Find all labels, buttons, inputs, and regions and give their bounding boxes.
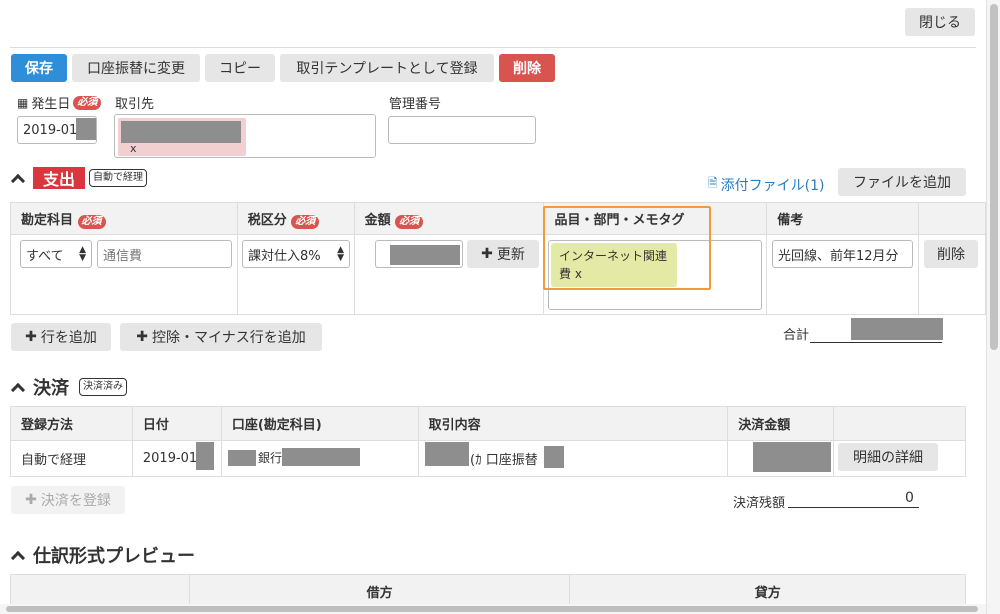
close-button[interactable]: 閉じる xyxy=(905,8,975,36)
scroll-thumb[interactable] xyxy=(6,606,978,612)
total-label: 合計 xyxy=(783,328,810,343)
update-button[interactable]: ✚ 更新 xyxy=(467,240,539,268)
col-tax: 税区分 必須 xyxy=(236,202,355,235)
total-underline xyxy=(810,342,942,343)
register-settlement-button[interactable]: ✚ 決済を登録 xyxy=(11,486,125,514)
delete-button[interactable]: 削除 xyxy=(499,54,555,82)
chevron-up-icon[interactable] xyxy=(10,382,26,398)
copy-button[interactable]: コピー xyxy=(205,54,275,82)
add-row-button[interactable]: ✚ 行を追加 xyxy=(11,323,111,351)
horizontal-scrollbar[interactable] xyxy=(0,604,986,614)
redacted-block xyxy=(121,121,241,143)
table-row: 自動で経理 xyxy=(10,440,133,477)
chevron-up-icon[interactable] xyxy=(10,173,26,189)
add-file-button[interactable]: ファイルを追加 xyxy=(838,168,966,196)
register-template-button[interactable]: 取引テンプレートとして登録 xyxy=(280,54,494,82)
redacted-block xyxy=(425,442,469,466)
partner-tag: x xyxy=(118,118,246,156)
manage-number-input[interactable] xyxy=(388,116,536,144)
tax-select[interactable]: 課対仕入8% ▲ ▼ xyxy=(242,240,350,268)
divider xyxy=(10,47,976,48)
transaction-content: (ｶ 口座振替 xyxy=(470,453,538,468)
add-deduction-row-button[interactable]: ✚ 控除・マイナス行を追加 xyxy=(120,323,322,351)
settled-badge: 決済済み xyxy=(79,378,127,396)
highlight-box xyxy=(543,206,711,290)
scroll-thumb[interactable] xyxy=(990,4,998,350)
bank-name: 銀行 xyxy=(258,451,283,465)
account-category-select[interactable]: すべて ▲ ▼ xyxy=(20,240,92,268)
chevron-up-icon[interactable] xyxy=(10,550,26,566)
document-icon: 🗎 xyxy=(708,176,718,190)
manage-number-label: 管理番号 xyxy=(389,97,442,112)
redacted-block xyxy=(544,446,564,468)
col-actions xyxy=(833,406,966,441)
plus-icon: ✚ xyxy=(481,246,493,262)
settlement-section-header[interactable]: 決済 決済済み xyxy=(10,374,127,400)
save-button[interactable]: 保存 xyxy=(11,54,67,82)
col-actions xyxy=(918,202,986,235)
balance-underline xyxy=(788,507,919,508)
required-badge: 必須 xyxy=(73,95,102,110)
note-input[interactable]: 光回線、前年12月分 xyxy=(772,240,913,268)
updown-icon: ▲ ▼ xyxy=(79,245,86,263)
balance-label: 決済残額 xyxy=(733,496,786,511)
plus-icon: ✚ xyxy=(25,329,37,345)
expense-section-header[interactable]: 支出 自動で経理 xyxy=(10,167,148,189)
col-note: 備考 xyxy=(766,202,920,235)
change-to-transfer-button[interactable]: 口座振替に変更 xyxy=(72,54,200,82)
calendar-icon: ▦ xyxy=(17,95,29,110)
partner-remove-icon[interactable]: x xyxy=(130,142,137,155)
col-date: 日付 xyxy=(131,406,222,441)
redacted-block xyxy=(851,318,943,340)
plus-icon: ✚ xyxy=(136,329,148,345)
account-input[interactable]: 通信費 xyxy=(97,240,232,268)
auto-accounting-badge: 自動で経理 xyxy=(89,169,148,187)
updown-icon: ▲ ▼ xyxy=(337,245,344,263)
statement-detail-button[interactable]: 明細の詳細 xyxy=(838,443,938,471)
row-delete-button[interactable]: 削除 xyxy=(924,240,978,268)
redacted-block xyxy=(390,245,460,265)
balance-value: 0 xyxy=(905,490,914,506)
redacted-block xyxy=(753,442,831,472)
vertical-scrollbar[interactable] xyxy=(986,0,1000,614)
col-method: 登録方法 xyxy=(10,406,133,441)
partner-input[interactable]: x xyxy=(114,114,376,158)
col-content: 取引内容 xyxy=(417,406,729,441)
expense-type-badge: 支出 xyxy=(33,167,86,189)
col-amount: 決済金額 xyxy=(727,406,835,441)
attachment-link[interactable]: 🗎 添付ファイル(1) xyxy=(708,174,825,195)
redacted-block xyxy=(76,118,96,140)
partner-label: 取引先 xyxy=(115,97,155,112)
date-label: ▦ 発生日 必須 xyxy=(17,93,102,112)
redacted-block xyxy=(196,442,214,470)
preview-section-header[interactable]: 仕訳形式プレビュー xyxy=(10,542,195,568)
redacted-block xyxy=(282,448,360,466)
col-account: 口座(勘定科目) xyxy=(220,406,419,441)
settlement-date: 2019-01- xyxy=(142,451,202,466)
plus-icon: ✚ xyxy=(25,492,37,508)
transaction-detail-dialog: 閉じる 保存 口座振替に変更 コピー 取引テンプレートとして登録 削除 ▦ 発生… xyxy=(0,0,1000,614)
col-amount: 金額 必須 xyxy=(353,202,545,235)
col-account: 勘定科目 必須 xyxy=(10,202,238,235)
redacted-block xyxy=(228,450,256,466)
